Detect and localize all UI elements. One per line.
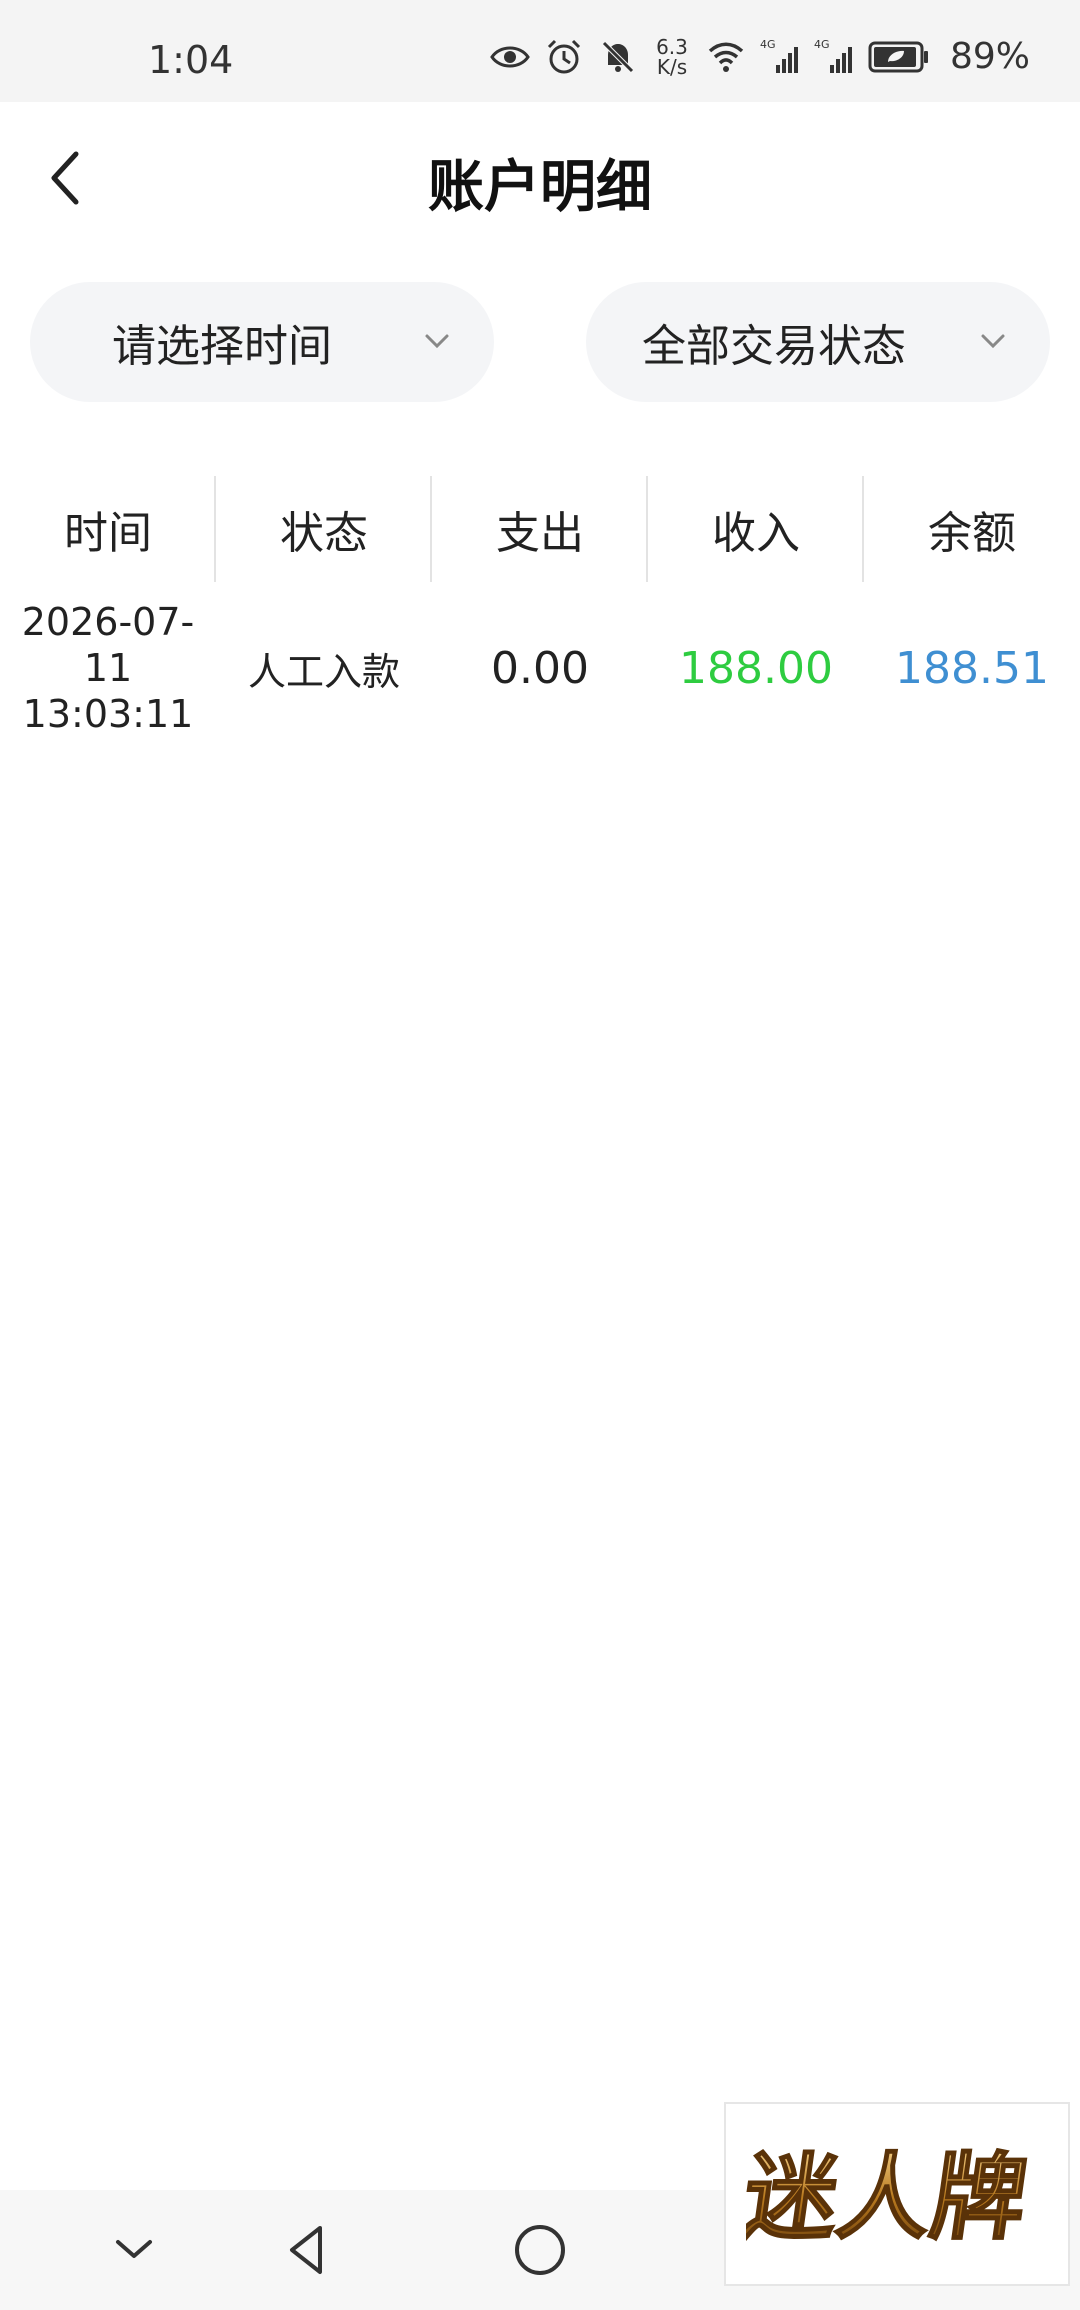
- status-filter-label: 全部交易状态: [642, 321, 906, 372]
- status-time: 1:04: [148, 38, 234, 82]
- signal-4g-icon: 4G: [814, 38, 852, 73]
- column-header-status: 状态: [280, 508, 368, 559]
- page-header: 账户明细: [0, 102, 1080, 262]
- status-icons: 6.3 K/s 4G 4G 89%: [490, 36, 1030, 77]
- row-expense: 0.00: [491, 642, 589, 694]
- table-row: 2026-07-11 13:03:11 人工入款 0.00 188.00 188…: [0, 598, 1080, 738]
- net-speed: 6.3 K/s: [656, 34, 688, 79]
- column-header-expense: 支出: [496, 508, 584, 559]
- page-title: 账户明细: [428, 155, 652, 220]
- chevron-down-icon[interactable]: [104, 2220, 164, 2280]
- row-income: 188.00: [679, 642, 833, 694]
- column-header-time: 时间: [64, 508, 152, 559]
- svg-text:迷人牌: 迷人牌: [746, 2143, 1034, 2252]
- eye-icon: [490, 46, 530, 67]
- column-header-balance: 余额: [928, 508, 1016, 559]
- table-header: 时间 状态 支出 收入 余额: [0, 476, 1080, 582]
- alarm-icon: [547, 39, 581, 73]
- back-triangle-icon[interactable]: [278, 2220, 338, 2280]
- status-filter-dropdown[interactable]: 全部交易状态: [586, 282, 1050, 402]
- row-balance: 188.51: [895, 642, 1049, 694]
- status-bar: 1:04 6.3 K/s 4G 4G 89%: [0, 0, 1080, 102]
- bell-off-icon: [602, 40, 634, 73]
- time-filter-label: 请选择时间: [112, 321, 332, 372]
- svg-text:4G: 4G: [760, 38, 776, 51]
- account-details-page: 1:04 6.3 K/s 4G 4G 89% 账户明细 请选择时间 全部交易状态…: [0, 0, 1080, 2310]
- battery-icon: [868, 41, 928, 72]
- column-header-income: 收入: [712, 508, 800, 559]
- row-time: 2026-07-11 13:03:11: [21, 600, 195, 736]
- signal-4g-icon: 4G: [760, 38, 798, 73]
- wifi-icon: [708, 42, 744, 72]
- brand-logo-image: 迷人牌: [746, 2142, 1035, 2253]
- battery-percent: 89%: [949, 36, 1030, 77]
- svg-text:4G: 4G: [814, 38, 830, 51]
- home-circle-icon[interactable]: [510, 2220, 570, 2280]
- chevron-down-icon: [981, 334, 1005, 349]
- brand-logo: 迷人牌: [724, 2102, 1070, 2286]
- time-filter-dropdown[interactable]: 请选择时间: [30, 282, 494, 402]
- row-status: 人工入款: [247, 649, 400, 694]
- chevron-down-icon: [425, 334, 449, 349]
